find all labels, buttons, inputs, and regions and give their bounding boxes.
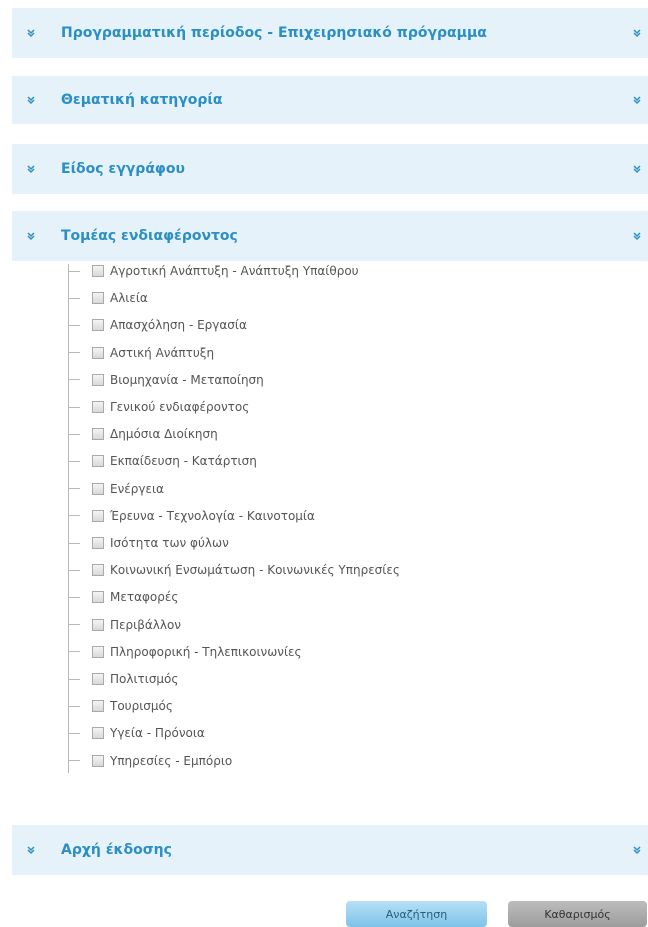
sector-checkbox-item[interactable]: Αγροτική Ανάπτυξη - Ανάπτυξη Υπαίθρου bbox=[68, 262, 359, 280]
checkbox-label: Γενικού ενδιαφέροντος bbox=[110, 400, 250, 414]
checkbox-label: Υπηρεσίες - Εμπόριο bbox=[110, 753, 233, 768]
tree-branch-line bbox=[68, 651, 80, 653]
checkbox[interactable] bbox=[92, 618, 104, 631]
sector-checkbox-item[interactable]: Τουρισμός bbox=[68, 697, 173, 715]
section-title: Αρχή έκδοσης bbox=[61, 842, 172, 858]
checkbox-label: Ισότητα των φύλων bbox=[110, 536, 229, 550]
checkbox-label: Αγροτική Ανάπτυξη - Ανάπτυξη Υπαίθρου bbox=[110, 264, 359, 278]
sector-checkbox-item[interactable]: Περιβάλλον bbox=[68, 616, 181, 634]
tree-branch-line bbox=[68, 406, 80, 408]
sector-checkbox-item[interactable]: Ενέργεια bbox=[68, 480, 164, 498]
sector-checkbox-item[interactable]: Εκπαίδευση - Κατάρτιση bbox=[68, 452, 257, 470]
double-chevron-down-icon bbox=[27, 165, 35, 174]
sector-checkbox-item[interactable]: Μεταφορές bbox=[68, 588, 178, 606]
double-chevron-down-icon bbox=[27, 96, 35, 105]
tree-branch-line bbox=[68, 705, 80, 707]
sector-checkbox-item[interactable]: Βιομηχανία - Μεταποίηση bbox=[68, 371, 264, 389]
checkbox[interactable] bbox=[92, 292, 104, 305]
tree-branch-line bbox=[68, 352, 80, 354]
tree-branch-line bbox=[68, 678, 80, 680]
tree-branch-line bbox=[68, 433, 80, 435]
sector-checkbox-item[interactable]: Δημόσια Διοίκηση bbox=[68, 425, 218, 443]
checkbox-label: Απασχόληση - Εργασία bbox=[110, 318, 247, 333]
section-programming-period[interactable]: Προγραμματική περίοδος - Επιχειρησιακό π… bbox=[12, 8, 648, 58]
checkbox-label: Δημόσια Διοίκηση bbox=[110, 427, 218, 442]
tree-branch-line bbox=[68, 542, 80, 544]
checkbox[interactable] bbox=[92, 754, 104, 767]
checkbox-label: Έρευνα - Τεχνολογία - Καινοτομία bbox=[110, 508, 315, 523]
checkbox[interactable] bbox=[92, 537, 104, 549]
section-title: Θεματική κατηγορία bbox=[61, 92, 223, 108]
sector-checkbox-item[interactable]: Γενικού ενδιαφέροντος bbox=[68, 398, 249, 416]
checkbox[interactable] bbox=[92, 645, 104, 658]
checkbox-label: Τουρισμός bbox=[110, 699, 173, 714]
checkbox[interactable] bbox=[92, 346, 104, 359]
search-button[interactable]: Αναζήτηση bbox=[346, 901, 487, 927]
tree-branch-line bbox=[68, 460, 80, 462]
section-document-type[interactable]: Είδος εγγράφου bbox=[12, 144, 648, 194]
double-chevron-down-icon bbox=[27, 846, 35, 855]
section-thematic-category[interactable]: Θεματική κατηγορία bbox=[12, 76, 648, 124]
sector-checkbox-item[interactable]: Έρευνα - Τεχνολογία - Καινοτομία bbox=[68, 507, 315, 525]
clear-button[interactable]: Καθαρισμός bbox=[508, 901, 647, 927]
tree-branch-line bbox=[68, 324, 80, 326]
section-title: Τομέας ενδιαφέροντος bbox=[61, 228, 238, 244]
checkbox[interactable] bbox=[92, 401, 104, 413]
checkbox-label: Περιβάλλον bbox=[110, 617, 182, 632]
checkbox[interactable] bbox=[92, 455, 104, 468]
double-chevron-down-icon[interactable] bbox=[632, 95, 642, 105]
section-issuing-authority[interactable]: Αρχή έκδοσης bbox=[12, 825, 648, 875]
sector-checkbox-item[interactable]: Υγεία - Πρόνοια bbox=[68, 724, 205, 742]
checkbox[interactable] bbox=[92, 373, 104, 386]
sector-checkbox-item[interactable]: Ισότητα των φύλων bbox=[68, 534, 229, 552]
sector-checkbox-item[interactable]: Αστική Ανάπτυξη bbox=[68, 344, 214, 362]
section-sector-of-interest[interactable]: Τομέας ενδιαφέροντος bbox=[12, 211, 648, 261]
checkbox-label: Πληροφορική - Τηλεπικοινωνίες bbox=[110, 644, 302, 659]
sector-checkbox-item[interactable]: Απασχόληση - Εργασία bbox=[68, 316, 247, 334]
sector-checkbox-item[interactable]: Αλιεία bbox=[68, 289, 148, 307]
checkbox[interactable] bbox=[92, 319, 104, 332]
checkbox[interactable] bbox=[92, 727, 104, 740]
tree-branch-line bbox=[68, 596, 80, 598]
checkbox-label: Αστική Ανάπτυξη bbox=[110, 345, 215, 360]
tree-branch-line bbox=[68, 515, 80, 517]
double-chevron-down-icon[interactable] bbox=[632, 231, 642, 241]
sector-checkbox-item[interactable]: Πολιτισμός bbox=[68, 670, 178, 688]
double-chevron-down-icon bbox=[27, 232, 35, 241]
checkbox[interactable] bbox=[92, 673, 104, 685]
tree-branch-line bbox=[68, 760, 80, 762]
sector-checkbox-item[interactable]: Πληροφορική - Τηλεπικοινωνίες bbox=[68, 643, 302, 661]
checkbox-label: Κοινωνική Ενσωμάτωση - Κοινωνικές Υπηρεσ… bbox=[110, 563, 400, 578]
double-chevron-down-icon[interactable] bbox=[632, 28, 642, 38]
checkbox[interactable] bbox=[92, 428, 104, 441]
checkbox[interactable] bbox=[92, 265, 104, 277]
tree-branch-line bbox=[68, 624, 80, 626]
tree-branch-line bbox=[68, 488, 80, 490]
sector-checkbox-item[interactable]: Υπηρεσίες - Εμπόριο bbox=[68, 752, 232, 770]
tree-branch-line bbox=[68, 270, 80, 272]
checkbox-label: Πολιτισμός bbox=[110, 672, 179, 686]
section-title: Προγραμματική περίοδος - Επιχειρησιακό π… bbox=[61, 25, 487, 41]
checkbox[interactable] bbox=[92, 564, 104, 577]
tree-branch-line bbox=[68, 732, 80, 734]
double-chevron-down-icon[interactable] bbox=[632, 164, 642, 174]
checkbox-label: Αλιεία bbox=[110, 291, 148, 306]
sector-checkbox-item[interactable]: Κοινωνική Ενσωμάτωση - Κοινωνικές Υπηρεσ… bbox=[68, 561, 400, 579]
double-chevron-down-icon[interactable] bbox=[632, 845, 642, 855]
tree-branch-line bbox=[68, 379, 80, 381]
checkbox[interactable] bbox=[92, 482, 104, 495]
checkbox-label: Βιομηχανία - Μεταποίηση bbox=[110, 372, 264, 387]
checkbox-label: Ενέργεια bbox=[110, 481, 164, 496]
double-chevron-down-icon bbox=[27, 29, 35, 38]
tree-branch-line bbox=[68, 569, 80, 571]
checkbox-label: Εκπαίδευση - Κατάρτιση bbox=[110, 454, 257, 469]
section-title: Είδος εγγράφου bbox=[61, 161, 185, 177]
tree-branch-line bbox=[68, 297, 80, 299]
checkbox-label: Μεταφορές bbox=[110, 590, 179, 605]
checkbox[interactable] bbox=[92, 591, 104, 604]
checkbox[interactable] bbox=[92, 700, 104, 713]
checkbox[interactable] bbox=[92, 509, 104, 522]
checkbox-label: Υγεία - Πρόνοια bbox=[110, 726, 205, 741]
